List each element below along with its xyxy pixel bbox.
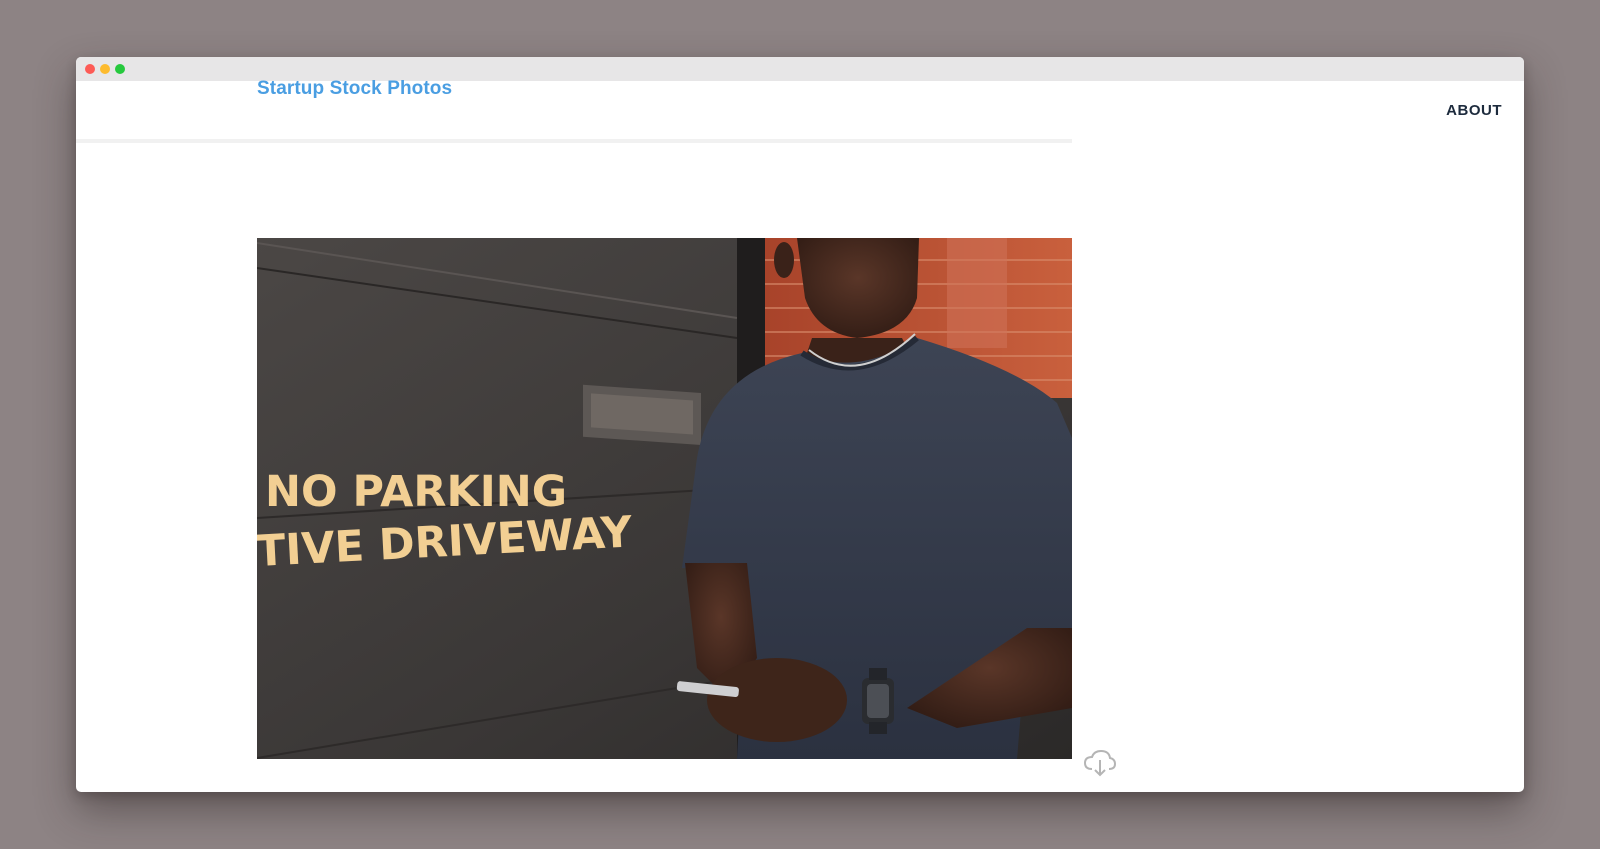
minimize-window-button[interactable] bbox=[100, 64, 110, 74]
download-button[interactable] bbox=[1083, 749, 1117, 777]
header-divider bbox=[76, 139, 1072, 143]
browser-window: Startup Stock Photos ABOUT NO PARKING TI… bbox=[76, 57, 1524, 792]
featured-photo[interactable]: NO PARKING TIVE DRIVEWAY bbox=[257, 238, 1072, 759]
close-window-button[interactable] bbox=[85, 64, 95, 74]
cloud-download-icon bbox=[1083, 749, 1117, 777]
nav-about-link[interactable]: ABOUT bbox=[1446, 102, 1502, 119]
photo-illustration: NO PARKING TIVE DRIVEWAY bbox=[257, 238, 1072, 759]
sign-text-line-1: NO PARKING bbox=[265, 467, 567, 517]
site-header: ABOUT bbox=[76, 81, 1524, 141]
maximize-window-button[interactable] bbox=[115, 64, 125, 74]
